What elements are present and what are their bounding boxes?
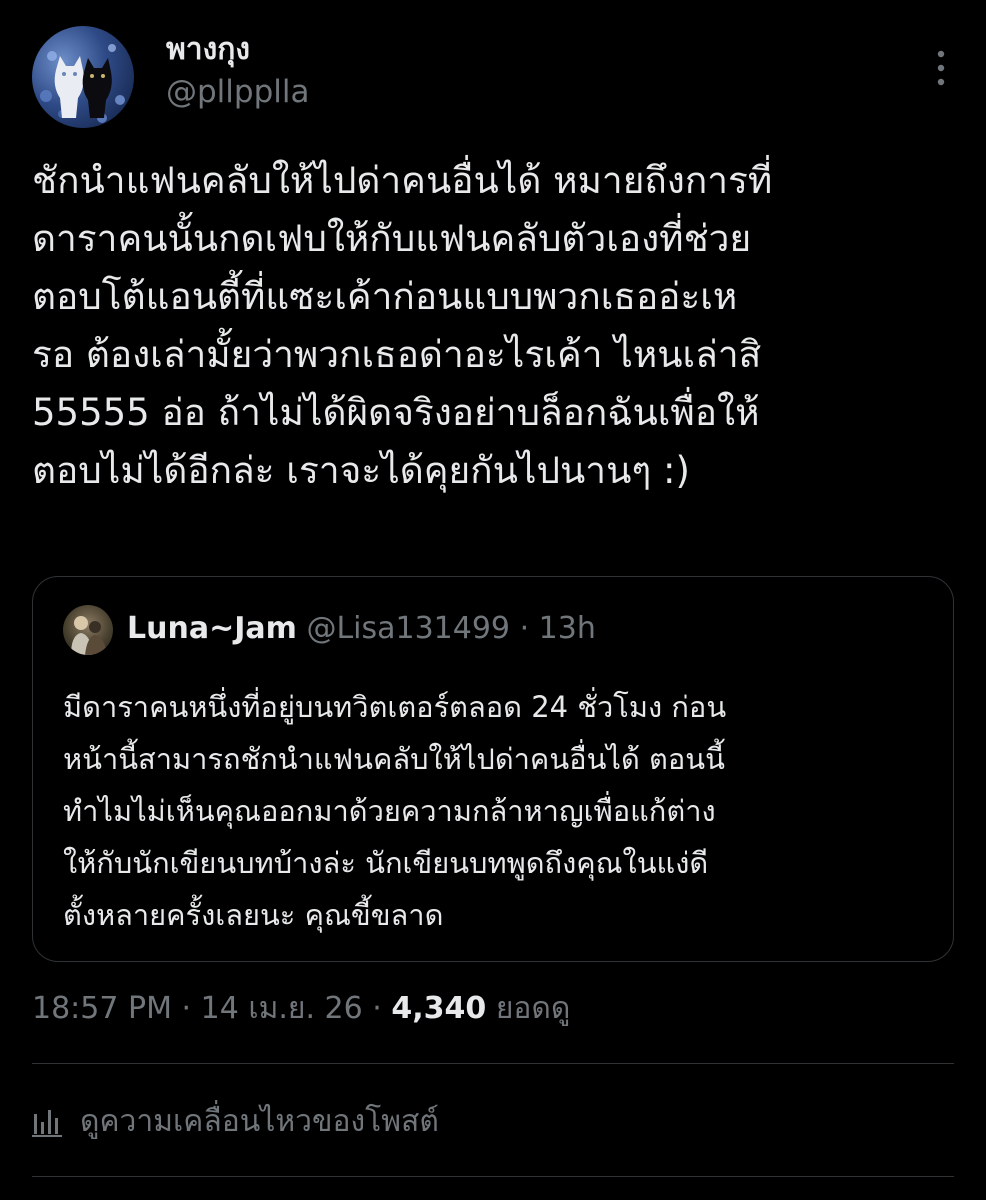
more-vertical-icon <box>937 50 945 86</box>
quoted-timestamp[interactable]: 13h <box>539 611 596 646</box>
more-options-button[interactable] <box>934 48 948 88</box>
author-avatar[interactable] <box>32 26 134 128</box>
quoted-tweet-header: Luna~Jam @Lisa131499 · 13h <box>63 603 923 655</box>
tweet-line: ชักนำแฟนคลับให้ไปด่าคนอื่นได้ หมายถึงการ… <box>32 159 773 202</box>
author-display-name[interactable]: พางกุง <box>166 30 309 70</box>
tweet-line: รอ ต้องเล่ามั้ยว่าพวกเธอด่าอะไรเค้า ไหนเ… <box>32 333 762 376</box>
quoted-author-name[interactable]: Luna~Jam <box>127 611 297 646</box>
analytics-bar-chart-icon <box>32 1110 62 1137</box>
tweet-line: ดาราคนนั้นกดเฟบให้กับแฟนคลับตัวเองที่ช่ว… <box>32 217 752 260</box>
tweet-header: พางกุง @pllpplla <box>32 26 954 130</box>
quoted-author-handle[interactable]: @Lisa131499 <box>306 611 510 646</box>
quoted-tweet-card[interactable]: Luna~Jam @Lisa131499 · 13h มีดาราคนหนึ่ง… <box>32 576 954 962</box>
author-handle[interactable]: @pllpplla <box>166 70 309 114</box>
meta-separator: · <box>372 991 382 1026</box>
author-info: พางกุง @pllpplla <box>166 30 309 114</box>
tweet-meta-row: 18:57 PM · 14 เม.ย. 26 · 4,340 ยอดดู <box>32 986 570 1032</box>
quoted-author-meta: Luna~Jam @Lisa131499 · 13h <box>127 609 596 649</box>
post-analytics-label: ดูความเคลื่อนไหวของโพสต์ <box>80 1104 439 1139</box>
quoted-avatar-image <box>71 616 107 655</box>
quoted-tweet-body: มีดาราคนหนึ่งที่อยู่บนทวิตเตอร์ตลอด 24 ช… <box>63 681 933 941</box>
tweet-time[interactable]: 18:57 PM <box>32 991 172 1026</box>
quoted-author-avatar[interactable] <box>63 605 113 655</box>
tweet-date[interactable]: 14 เม.ย. 26 <box>201 991 363 1026</box>
views-count: 4,340 <box>391 991 487 1026</box>
avatar-cats-image <box>40 44 125 123</box>
quoted-tweet-line: มีดาราคนหนึ่งที่อยู่บนทวิตเตอร์ตลอด 24 ช… <box>63 690 727 724</box>
quoted-tweet-line: หน้านี้สามารถชักนำแฟนคลับให้ไปด่าคนอื่นไ… <box>63 742 725 776</box>
tweet-line: ตอบโต้แอนตี้ที่แซะเค้าก่อนแบบพวกเธออ่ะเห <box>32 275 738 318</box>
quoted-tweet-line: ให้กับนักเขียนบทบ้างล่ะ นักเขียนบทพูดถึง… <box>63 846 709 880</box>
quoted-separator: · <box>519 611 530 646</box>
quoted-tweet-line: ตั้งหลายครั้งเลยนะ คุณขี้ขลาด <box>63 898 444 932</box>
tweet-line: ตอบไม่ได้อีกล่ะ เราจะได้คุยกันไปนานๆ :) <box>32 449 690 492</box>
views-label: ยอดดู <box>495 991 571 1026</box>
tweet-body: ชักนำแฟนคลับให้ไปด่าคนอื่นได้ หมายถึงการ… <box>32 152 952 500</box>
tweet-line: 55555 อ่อ ถ้าไม่ได้ผิดจริงอย่าบล็อกฉันเพ… <box>32 391 760 434</box>
divider <box>32 1063 954 1064</box>
divider <box>32 1176 954 1177</box>
meta-separator: · <box>181 991 192 1026</box>
quoted-tweet-line: ทำไมไม่เห็นคุณออกมาด้วยความกล้าหาญเพื่อแ… <box>63 794 716 828</box>
